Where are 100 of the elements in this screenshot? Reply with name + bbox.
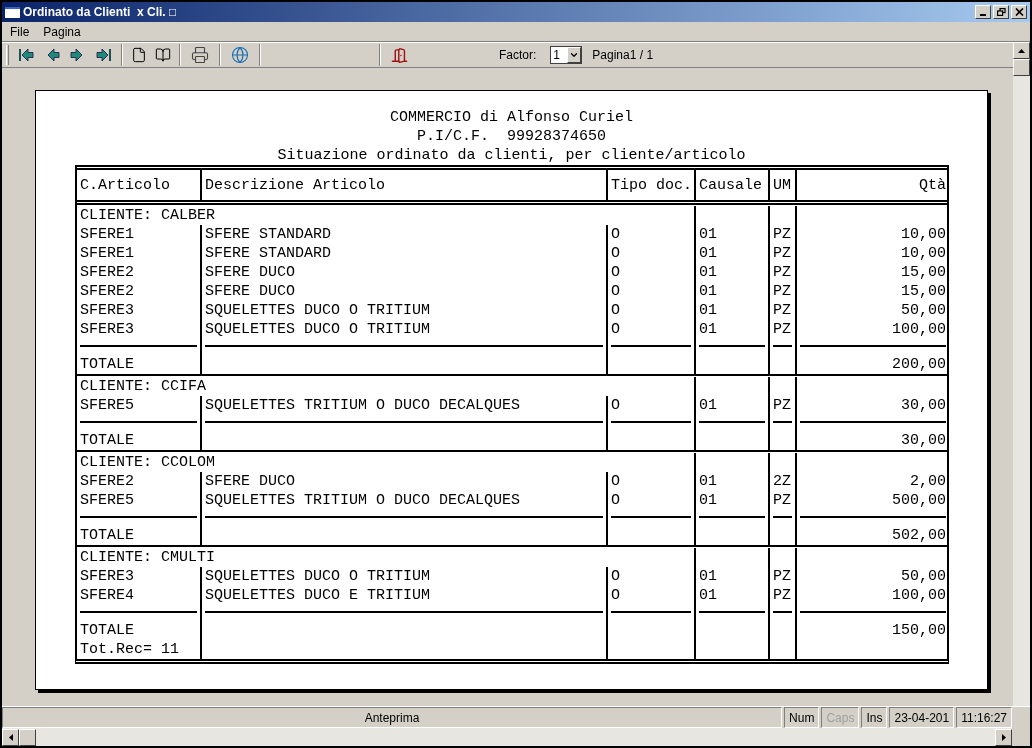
table-cell: 01 bbox=[699, 492, 717, 509]
table-cell: 01 bbox=[699, 283, 717, 300]
table-cell: SFERE STANDARD bbox=[205, 226, 332, 243]
table-cell: SFERE5 bbox=[80, 492, 134, 509]
horizontal-scrollbar[interactable] bbox=[2, 728, 1012, 746]
table-cell: SQUELETTES TRITIUM O DUCO DECALQUES bbox=[205, 492, 521, 509]
table-cell: 10,00 bbox=[901, 245, 946, 262]
client-heading: CLIENTE: CCIFA bbox=[80, 378, 207, 395]
table-cell: PZ bbox=[773, 245, 791, 262]
column-header: Descrizione Articolo bbox=[205, 175, 386, 195]
table-cell: 30,00 bbox=[901, 397, 946, 414]
report-heading: P.I/C.F. 99928374650 bbox=[417, 127, 606, 146]
table-cell: 10,00 bbox=[901, 226, 946, 243]
table-cell: 200,00 bbox=[892, 356, 946, 373]
menu-item[interactable]: File bbox=[10, 22, 30, 41]
table-cell: 01 bbox=[699, 226, 717, 243]
table-cell: 01 bbox=[699, 568, 717, 585]
table-cell: SFERE3 bbox=[80, 302, 134, 319]
table-cell: SQUELETTES DUCO O TRITIUM bbox=[205, 321, 431, 338]
table-cell: O bbox=[611, 283, 620, 300]
column-header: C.Articolo bbox=[80, 175, 170, 195]
table-cell: SFERE3 bbox=[80, 568, 134, 585]
door-icon[interactable] bbox=[391, 46, 408, 64]
table-cell: SFERE5 bbox=[80, 397, 134, 414]
table-cell: SFERE2 bbox=[80, 264, 134, 281]
column-header: Tipo doc. bbox=[611, 175, 692, 195]
table-cell: PZ bbox=[773, 283, 791, 300]
table-cell: O bbox=[611, 473, 620, 490]
table-cell: SQUELETTES DUCO O TRITIUM bbox=[205, 302, 431, 319]
table-cell: 500,00 bbox=[892, 492, 946, 509]
table-cell: SFERE3 bbox=[80, 321, 134, 338]
table-cell: SQUELETTES DUCO O TRITIUM bbox=[205, 568, 431, 585]
table-cell: 01 bbox=[699, 321, 717, 338]
column-header: Qtà bbox=[919, 175, 946, 195]
table-cell: SFERE STANDARD bbox=[205, 245, 332, 262]
page-indicator: Pagina1 / 1 bbox=[592, 47, 654, 64]
table-cell: PZ bbox=[773, 321, 791, 338]
scroll-thumb[interactable] bbox=[1013, 59, 1030, 76]
table-cell: SFERE DUCO bbox=[205, 264, 295, 281]
table-cell: 01 bbox=[699, 397, 717, 414]
client-heading: CLIENTE: CALBER bbox=[80, 207, 216, 224]
scroll-up-icon[interactable] bbox=[1018, 48, 1025, 53]
page-icon[interactable] bbox=[131, 47, 147, 63]
table-cell: SFERE DUCO bbox=[205, 473, 295, 490]
table-cell: PZ bbox=[773, 302, 791, 319]
table-cell: 30,00 bbox=[901, 432, 946, 449]
table-cell: SQUELETTES TRITIUM O DUCO DECALQUES bbox=[205, 397, 521, 414]
table-cell: TOTALE bbox=[80, 622, 134, 639]
first-page-icon[interactable] bbox=[18, 48, 34, 62]
table-cell: SFERE2 bbox=[80, 473, 134, 490]
scroll-left-icon[interactable] bbox=[8, 733, 13, 741]
status-panel: 23-04-201 bbox=[889, 707, 955, 728]
table-cell: O bbox=[611, 397, 620, 414]
table-cell: TOTALE bbox=[80, 432, 134, 449]
table-cell: TOTALE bbox=[80, 527, 134, 544]
scroll-thumb[interactable] bbox=[19, 728, 36, 746]
book-icon[interactable] bbox=[155, 47, 171, 63]
report-heading: Situazione ordinato da clienti, per cliente/articolo bbox=[277, 146, 746, 165]
restore-icon bbox=[996, 8, 1006, 16]
table-cell: 01 bbox=[699, 264, 717, 281]
restore-button[interactable] bbox=[993, 5, 1009, 19]
table-cell: O bbox=[611, 492, 620, 509]
table-cell: 2Z bbox=[773, 473, 791, 490]
vertical-scrollbar[interactable] bbox=[1013, 42, 1030, 706]
table-cell: 01 bbox=[699, 587, 717, 604]
status-panel: 11:16:27 bbox=[956, 707, 1012, 728]
table-cell: O bbox=[611, 302, 620, 319]
scroll-right-icon[interactable] bbox=[1001, 733, 1006, 741]
column-header: UM bbox=[773, 175, 791, 195]
globe-icon[interactable] bbox=[231, 46, 249, 64]
report-heading: COMMERCIO di Alfonso Curiel bbox=[389, 108, 633, 127]
client-heading: CLIENTE: CCOLOM bbox=[80, 454, 216, 471]
table-cell: O bbox=[611, 245, 620, 262]
table-cell: 01 bbox=[699, 245, 717, 262]
table-cell: O bbox=[611, 321, 620, 338]
factor-label: Factor: bbox=[499, 47, 537, 64]
table-cell: SFERE2 bbox=[80, 283, 134, 300]
client-heading: CLIENTE: CMULTI bbox=[80, 549, 216, 566]
window-icon bbox=[5, 6, 20, 18]
table-cell: PZ bbox=[773, 587, 791, 604]
table-cell: O bbox=[611, 587, 620, 604]
close-button[interactable] bbox=[1011, 5, 1027, 19]
table-cell: 100,00 bbox=[892, 587, 946, 604]
window-title: Ordinato da Clienti x Cli. □ bbox=[23, 4, 177, 21]
printer-icon[interactable] bbox=[191, 46, 209, 64]
table-cell: 50,00 bbox=[901, 302, 946, 319]
table-cell: 15,00 bbox=[901, 283, 946, 300]
table-cell: 15,00 bbox=[901, 264, 946, 281]
factor-dropdown[interactable]: 1 bbox=[550, 46, 583, 64]
minimize-button[interactable] bbox=[975, 5, 991, 19]
table-cell: SQUELETTES DUCO E TRITIUM bbox=[205, 587, 431, 604]
table-cell: 50,00 bbox=[901, 568, 946, 585]
caret-icon bbox=[569, 50, 580, 60]
menu-item[interactable]: Pagina bbox=[43, 22, 81, 41]
close-icon bbox=[1014, 8, 1024, 16]
table-cell: O bbox=[611, 226, 620, 243]
last-page-icon[interactable] bbox=[96, 48, 112, 62]
table-cell: TOTALE bbox=[80, 356, 134, 373]
table-cell: 502,00 bbox=[892, 527, 946, 544]
table-cell: SFERE4 bbox=[80, 587, 134, 604]
